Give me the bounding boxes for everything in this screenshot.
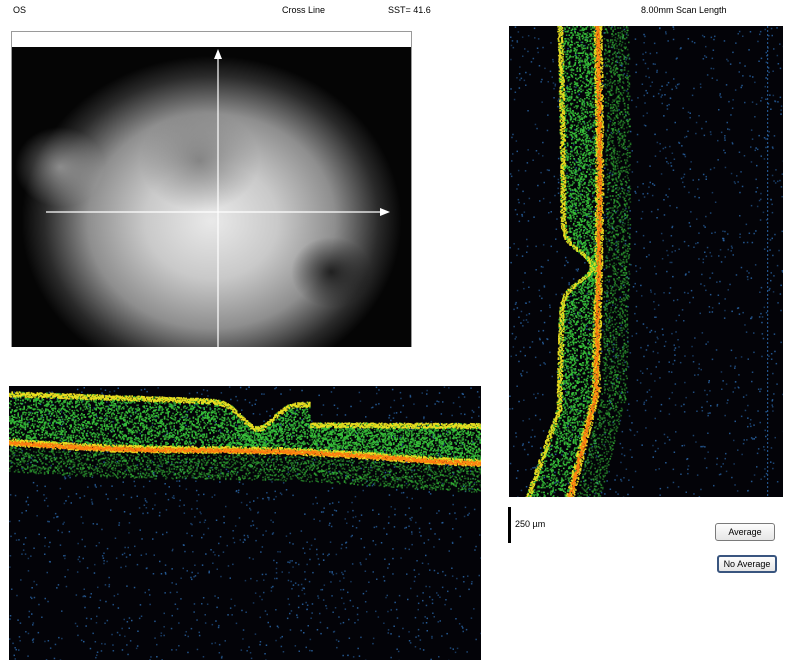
horizontal-oct-scan-graphic — [9, 386, 481, 660]
eye-label: OS — [13, 5, 26, 15]
fundus-title-strip — [12, 32, 411, 48]
scan-length-label: 8.00mm Scan Length — [641, 5, 727, 15]
horizontal-oct-bscan[interactable] — [9, 386, 481, 660]
sst-value: SST= 41.6 — [388, 5, 431, 15]
vertical-oct-scan-graphic — [509, 26, 783, 497]
scale-bar — [508, 507, 511, 543]
no-average-button[interactable]: No Average — [717, 555, 777, 573]
vertical-oct-bscan[interactable] — [509, 26, 783, 497]
crosshair-arrows-icon — [46, 49, 390, 347]
fundus-panel — [11, 31, 412, 347]
scan-type-label: Cross Line — [282, 5, 325, 15]
scale-bar-label: 250 µm — [515, 519, 545, 529]
average-button[interactable]: Average — [715, 523, 775, 541]
fundus-image[interactable] — [12, 47, 411, 347]
